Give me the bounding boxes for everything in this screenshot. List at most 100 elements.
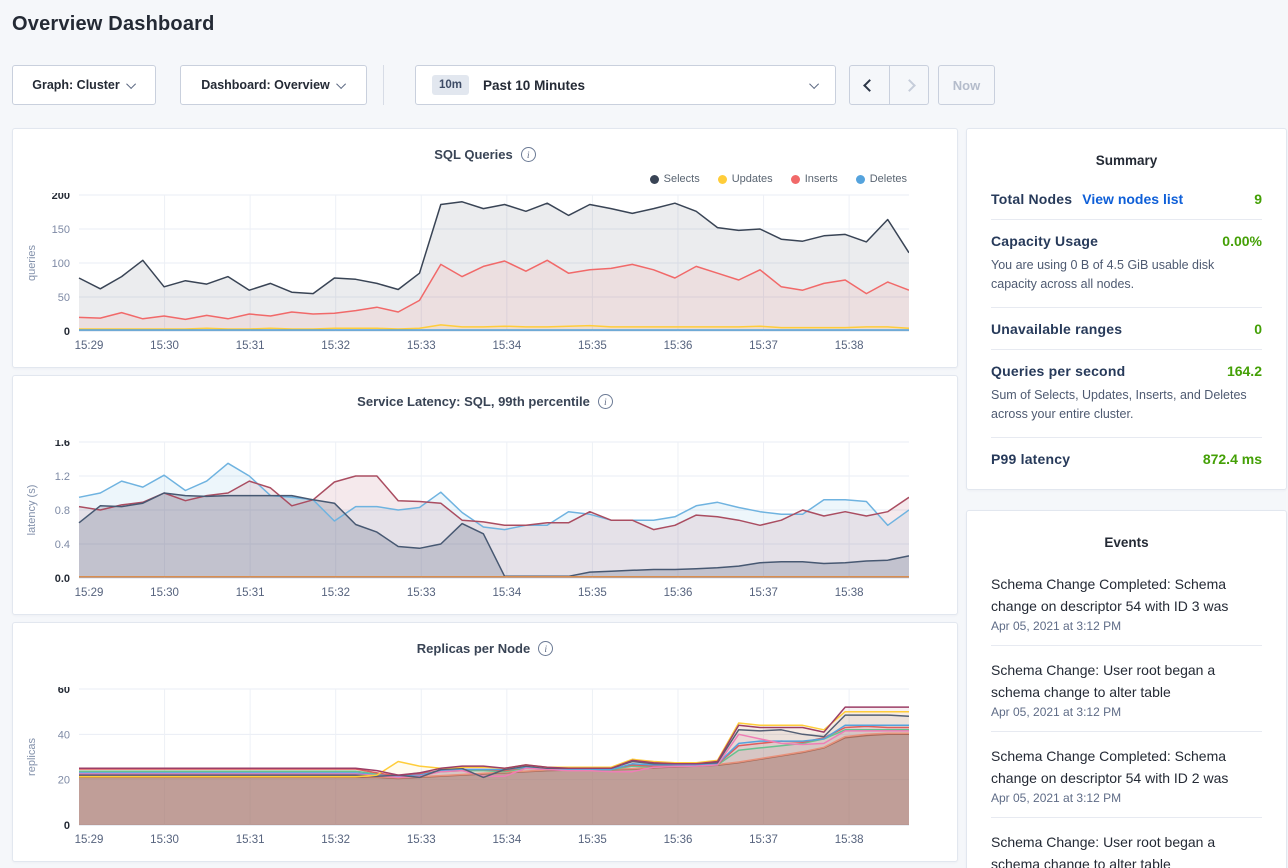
- svg-text:15:35: 15:35: [578, 834, 607, 846]
- svg-text:15:29: 15:29: [75, 587, 104, 599]
- svg-text:0: 0: [64, 326, 70, 338]
- svg-text:15:30: 15:30: [150, 834, 179, 846]
- chevron-down-icon: [336, 79, 346, 89]
- svg-text:15:35: 15:35: [578, 340, 607, 352]
- time-range-badge: 10m: [432, 75, 469, 95]
- legend-item-selects[interactable]: Selects: [650, 173, 700, 185]
- chart-title: Service Latency: SQL, 99th percentile: [357, 394, 590, 409]
- events-list: Schema Change Completed: Schema change o…: [991, 560, 1262, 868]
- page-title: Overview Dashboard: [12, 13, 215, 36]
- svg-text:200: 200: [52, 193, 70, 202]
- chart-title: SQL Queries: [434, 147, 513, 162]
- summary-row-label: P99 latency: [991, 451, 1070, 467]
- svg-text:15:38: 15:38: [835, 587, 864, 599]
- event-item: Schema Change: User root began a schema …: [991, 646, 1262, 732]
- svg-text:15:31: 15:31: [236, 587, 265, 599]
- sql-queries-plot[interactable]: 05010015020015:2915:3015:3115:3215:3315:…: [13, 193, 909, 357]
- svg-text:50: 50: [58, 292, 70, 304]
- events-title: Events: [991, 531, 1262, 560]
- time-pager: [849, 65, 929, 105]
- toolbar: Graph: Cluster Dashboard: Overview 10m P…: [12, 65, 995, 105]
- replicas-per-node-plot[interactable]: 020406015:2915:3015:3115:3215:3315:3415:…: [13, 687, 909, 851]
- svg-text:latency (s): latency (s): [26, 485, 38, 536]
- svg-text:15:33: 15:33: [407, 340, 436, 352]
- event-item: Schema Change Completed: Schema change o…: [991, 732, 1262, 818]
- event-message: Schema Change Completed: Schema change o…: [991, 573, 1262, 617]
- dashboard-dropdown-label: Dashboard: Overview: [201, 78, 330, 92]
- svg-text:15:29: 15:29: [75, 340, 104, 352]
- svg-text:15:33: 15:33: [407, 834, 436, 846]
- legend-dot-icon: [650, 175, 659, 184]
- summary-title: Summary: [991, 149, 1262, 178]
- svg-text:0.4: 0.4: [55, 539, 70, 551]
- legend-item-inserts[interactable]: Inserts: [791, 173, 838, 185]
- info-icon[interactable]: i: [538, 641, 553, 656]
- svg-text:0.0: 0.0: [55, 573, 70, 585]
- svg-text:15:30: 15:30: [150, 340, 179, 352]
- events-panel: Events Schema Change Completed: Schema c…: [966, 510, 1287, 868]
- summary-row: Queries per second164.2Sum of Selects, U…: [991, 350, 1262, 438]
- replicas-per-node-card: Replicas per Node i 020406015:2915:3015:…: [12, 622, 958, 862]
- chart-legend: Selects Updates Inserts Deletes: [650, 173, 907, 185]
- summary-row-value: 164.2: [1227, 363, 1262, 379]
- svg-text:0.8: 0.8: [55, 505, 70, 517]
- chevron-down-icon: [809, 79, 819, 89]
- svg-text:0: 0: [64, 820, 70, 832]
- now-button[interactable]: Now: [938, 65, 995, 105]
- svg-text:20: 20: [58, 775, 70, 787]
- summary-row-value: 872.4 ms: [1203, 451, 1262, 467]
- svg-text:15:36: 15:36: [664, 834, 693, 846]
- chevron-down-icon: [126, 79, 136, 89]
- legend-dot-icon: [718, 175, 727, 184]
- svg-text:15:32: 15:32: [321, 834, 350, 846]
- info-icon[interactable]: i: [521, 147, 536, 162]
- legend-label: Updates: [732, 173, 773, 185]
- svg-text:15:38: 15:38: [835, 340, 864, 352]
- svg-text:replicas: replicas: [26, 738, 38, 776]
- legend-label: Selects: [664, 173, 700, 185]
- charts-column: SQL Queries i Selects Updates Inserts Delet…: [12, 128, 958, 868]
- summary-row-value: 0.00%: [1222, 233, 1262, 249]
- graph-dropdown-label: Graph: Cluster: [32, 78, 120, 92]
- chevron-right-icon: [903, 79, 916, 92]
- legend-item-deletes[interactable]: Deletes: [856, 173, 907, 185]
- event-item: Schema Change: User root began a schema …: [991, 818, 1262, 868]
- summary-row-label: Total Nodes: [991, 191, 1072, 207]
- svg-text:1.2: 1.2: [55, 471, 70, 483]
- event-message: Schema Change Completed: Schema change o…: [991, 745, 1262, 789]
- svg-text:15:37: 15:37: [749, 340, 778, 352]
- time-forward-button[interactable]: [889, 66, 928, 104]
- toolbar-divider: [383, 65, 384, 105]
- chart-title-row: Replicas per Node i: [13, 641, 957, 656]
- chevron-left-icon: [863, 79, 876, 92]
- summary-row: Capacity Usage0.00%You are using 0 B of …: [991, 220, 1262, 308]
- svg-text:15:31: 15:31: [236, 834, 265, 846]
- svg-text:15:32: 15:32: [321, 340, 350, 352]
- svg-text:15:31: 15:31: [236, 340, 265, 352]
- event-item: Schema Change Completed: Schema change o…: [991, 560, 1262, 646]
- time-back-button[interactable]: [850, 66, 889, 104]
- service-latency-plot[interactable]: 0.00.40.81.21.615:2915:3015:3115:3215:33…: [13, 440, 909, 604]
- chart-title-row: Service Latency: SQL, 99th percentile i: [13, 394, 957, 409]
- dashboard-dropdown[interactable]: Dashboard: Overview: [180, 65, 367, 105]
- svg-text:15:33: 15:33: [407, 587, 436, 599]
- legend-label: Deletes: [870, 173, 907, 185]
- event-timestamp: Apr 05, 2021 at 3:12 PM: [991, 705, 1262, 719]
- summary-row: Unavailable ranges0: [991, 308, 1262, 350]
- time-range-picker[interactable]: 10m Past 10 Minutes: [415, 65, 836, 105]
- event-timestamp: Apr 05, 2021 at 3:12 PM: [991, 619, 1262, 633]
- svg-text:15:34: 15:34: [492, 340, 521, 352]
- svg-text:150: 150: [52, 224, 70, 236]
- summary-row-description: You are using 0 B of 4.5 GiB usable disk…: [991, 256, 1262, 295]
- svg-text:1.6: 1.6: [55, 440, 70, 449]
- summary-row: Total NodesView nodes list9: [991, 178, 1262, 220]
- svg-text:queries: queries: [26, 244, 38, 281]
- view-nodes-list-link[interactable]: View nodes list: [1082, 191, 1183, 207]
- graph-dropdown[interactable]: Graph: Cluster: [12, 65, 156, 105]
- svg-text:15:29: 15:29: [75, 834, 104, 846]
- svg-text:15:34: 15:34: [492, 834, 521, 846]
- legend-item-updates[interactable]: Updates: [718, 173, 773, 185]
- info-icon[interactable]: i: [598, 394, 613, 409]
- time-range-label: Past 10 Minutes: [483, 78, 585, 93]
- svg-text:15:38: 15:38: [835, 834, 864, 846]
